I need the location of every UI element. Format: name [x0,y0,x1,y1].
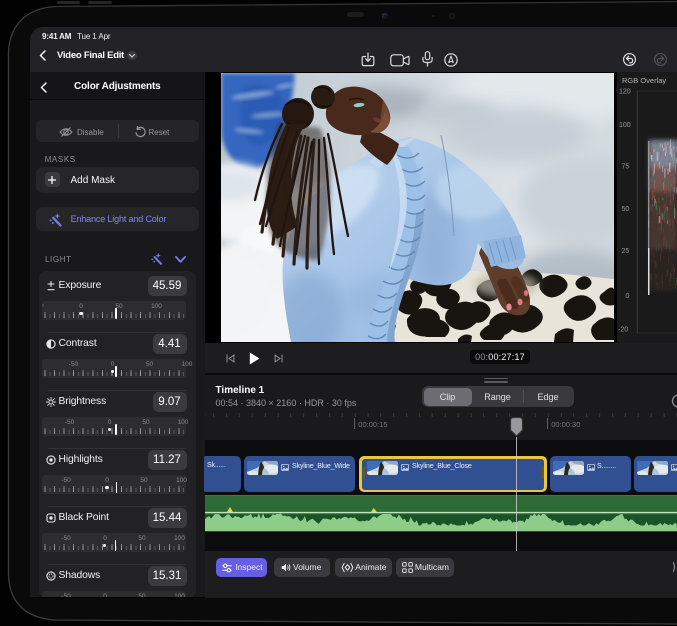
svg-text:50: 50 [622,206,630,213]
svg-text:25: 25 [622,248,630,255]
svg-text:120: 120 [619,89,631,96]
svg-text:100: 100 [619,122,631,129]
svg-text:-20: -20 [618,327,628,334]
svg-text:0: 0 [626,293,630,300]
svg-text:RGB Overlay: RGB Overlay [622,76,666,85]
svg-text:75: 75 [622,164,630,171]
